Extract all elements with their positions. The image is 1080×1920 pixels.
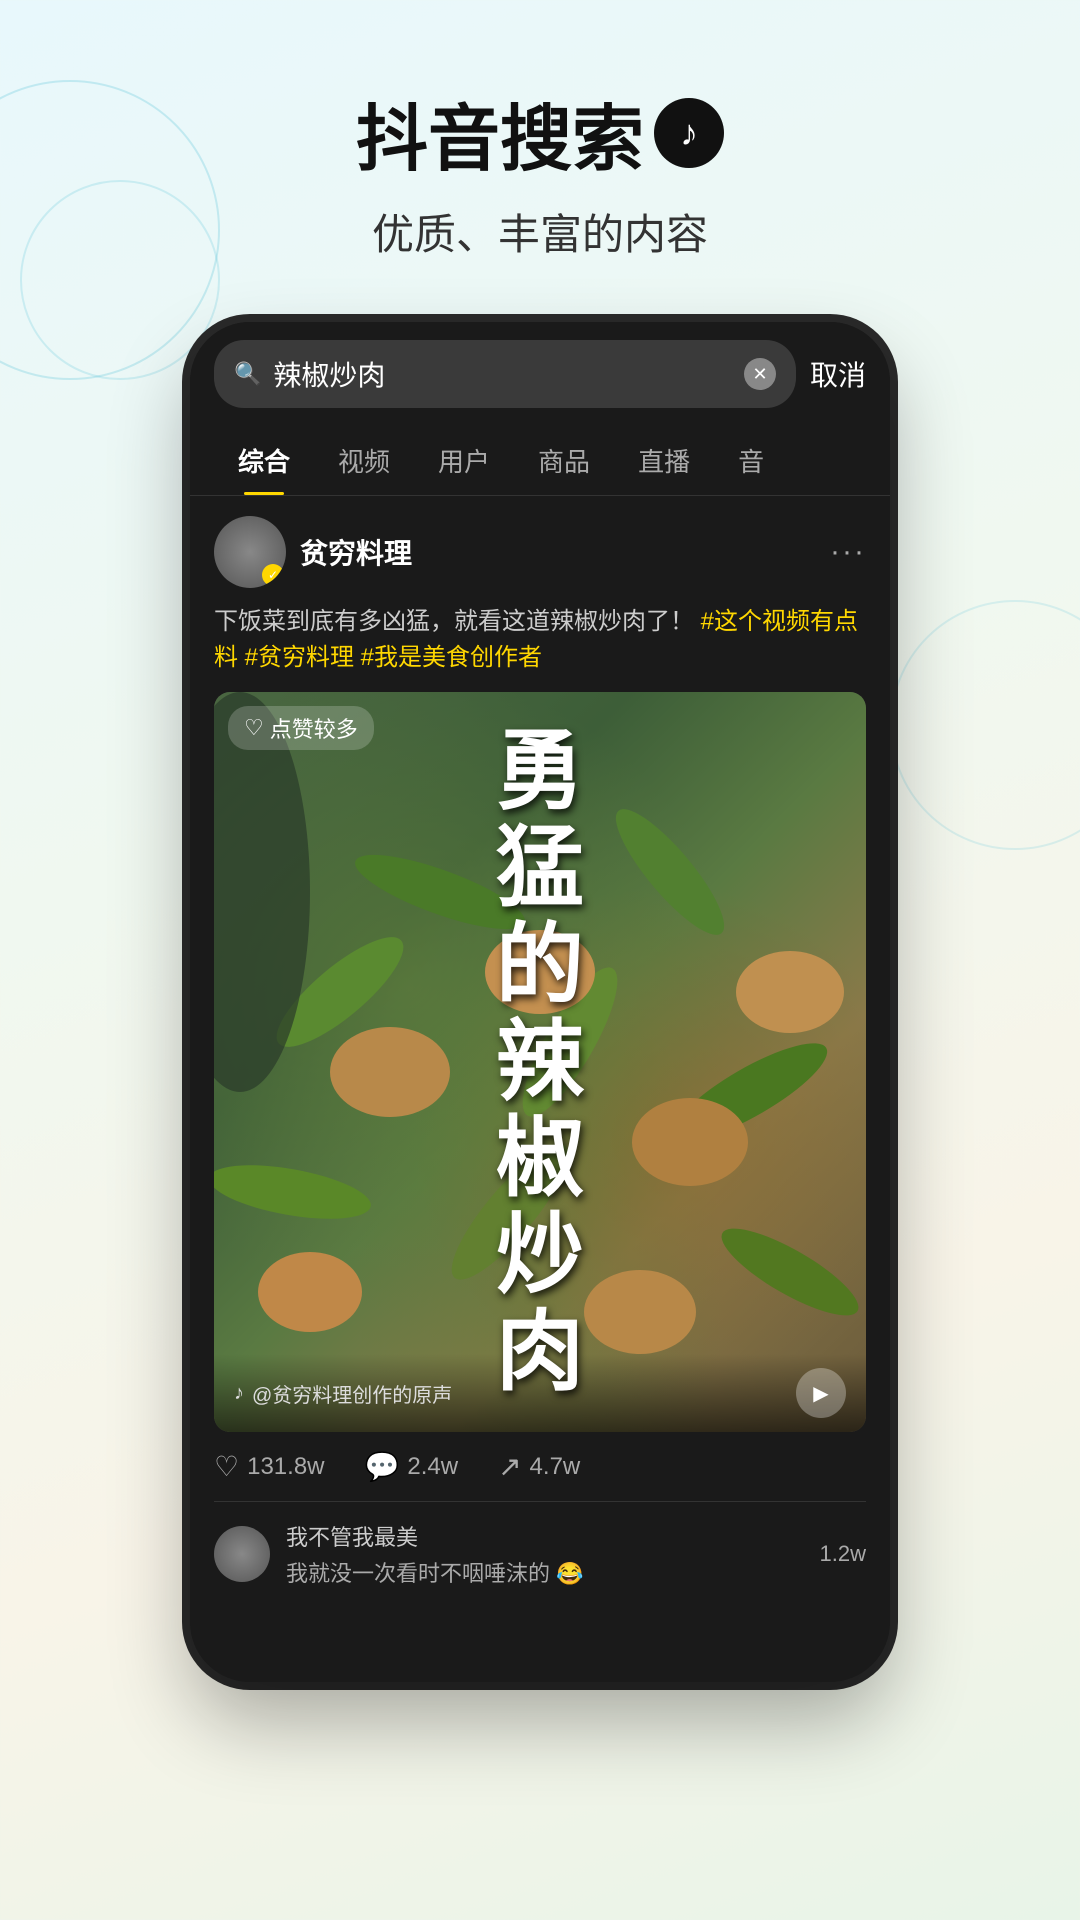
phone-wrapper: 🔍 辣椒炒肉 ✕ 取消 综合 视频 用户 商品 直播 音 [0,322,1080,1682]
author-avatar: ✓ [214,516,286,588]
share-count: 4.7w [530,1453,581,1481]
tiktok-logo-icon: ♪ [654,98,724,168]
tab-音[interactable]: 音 [714,426,788,495]
logo-symbol: ♪ [680,112,698,154]
more-options-icon[interactable]: ··· [830,535,866,569]
search-clear-button[interactable]: ✕ [744,358,776,390]
heart-icon: ♡ [244,715,264,741]
comment-preview: 我不管我最美 我就没一次看时不咽唾沫的 😂 1.2w [214,1502,866,1606]
app-title: 抖音搜索 ♪ [0,80,1080,185]
comment-count: 2.4w [407,1453,458,1481]
tab-商品[interactable]: 商品 [514,426,614,495]
stat-shares[interactable]: ↗ 4.7w [498,1450,580,1483]
tab-直播[interactable]: 直播 [614,426,714,495]
video-title-overlay: 勇猛的辣椒炒肉 [476,703,604,1421]
search-input-wrap[interactable]: 🔍 辣椒炒肉 ✕ [214,340,796,408]
video-background: 勇猛的辣椒炒肉 [214,692,866,1432]
share-icon: ↗ [498,1450,521,1483]
stat-comments[interactable]: 💬 2.4w [365,1450,459,1483]
stats-row: ♡ 131.8w 💬 2.4w ↗ 4.7w [214,1432,866,1502]
desc-text: 下饭菜到底有多凶猛，就看这道辣椒炒肉了！ [214,608,694,635]
tab-视频[interactable]: 视频 [314,426,414,495]
tab-用户[interactable]: 用户 [414,426,514,495]
like-icon: ♡ [214,1450,239,1483]
commenter-name: 我不管我最美 [286,1520,804,1552]
stat-likes[interactable]: ♡ 131.8w [214,1450,325,1483]
like-badge-text: 点赞较多 [270,712,358,744]
verified-badge-icon: ✓ [262,564,284,586]
tab-综合[interactable]: 综合 [214,426,314,495]
comment-like-count: 1.2w [820,1541,866,1567]
commenter-avatar [214,1526,270,1582]
phone-mockup: 🔍 辣椒炒肉 ✕ 取消 综合 视频 用户 商品 直播 音 [190,322,890,1682]
search-query: 辣椒炒肉 [273,354,732,394]
like-badge: ♡ 点赞较多 [228,706,374,750]
search-cancel-button[interactable]: 取消 [810,354,866,394]
video-thumbnail[interactable]: ♡ 点赞较多 [214,692,866,1432]
title-text: 抖音搜索 [356,80,644,185]
search-icon: 🔍 [234,361,261,387]
comment-text: 我就没一次看时不咽唾沫的 😂 [286,1556,804,1588]
comment-icon: 💬 [365,1450,400,1483]
header-subtitle: 优质、丰富的内容 [0,201,1080,262]
author-row: ✓ 贫穷料理 ··· [214,516,866,588]
search-content: ✓ 贫穷料理 ··· 下饭菜到底有多凶猛，就看这道辣椒炒肉了！ #这个视频有点料… [190,496,890,1626]
search-tabs: 综合 视频 用户 商品 直播 音 [190,426,890,496]
post-description: 下饭菜到底有多凶猛，就看这道辣椒炒肉了！ #这个视频有点料 #贫穷料理 #我是美… [214,604,866,676]
author-name[interactable]: 贫穷料理 [300,532,816,572]
like-count: 131.8w [247,1453,324,1481]
header: 抖音搜索 ♪ 优质、丰富的内容 [0,0,1080,262]
search-bar: 🔍 辣椒炒肉 ✕ 取消 [190,322,890,426]
comment-content: 我不管我最美 我就没一次看时不咽唾沫的 😂 [286,1520,804,1588]
